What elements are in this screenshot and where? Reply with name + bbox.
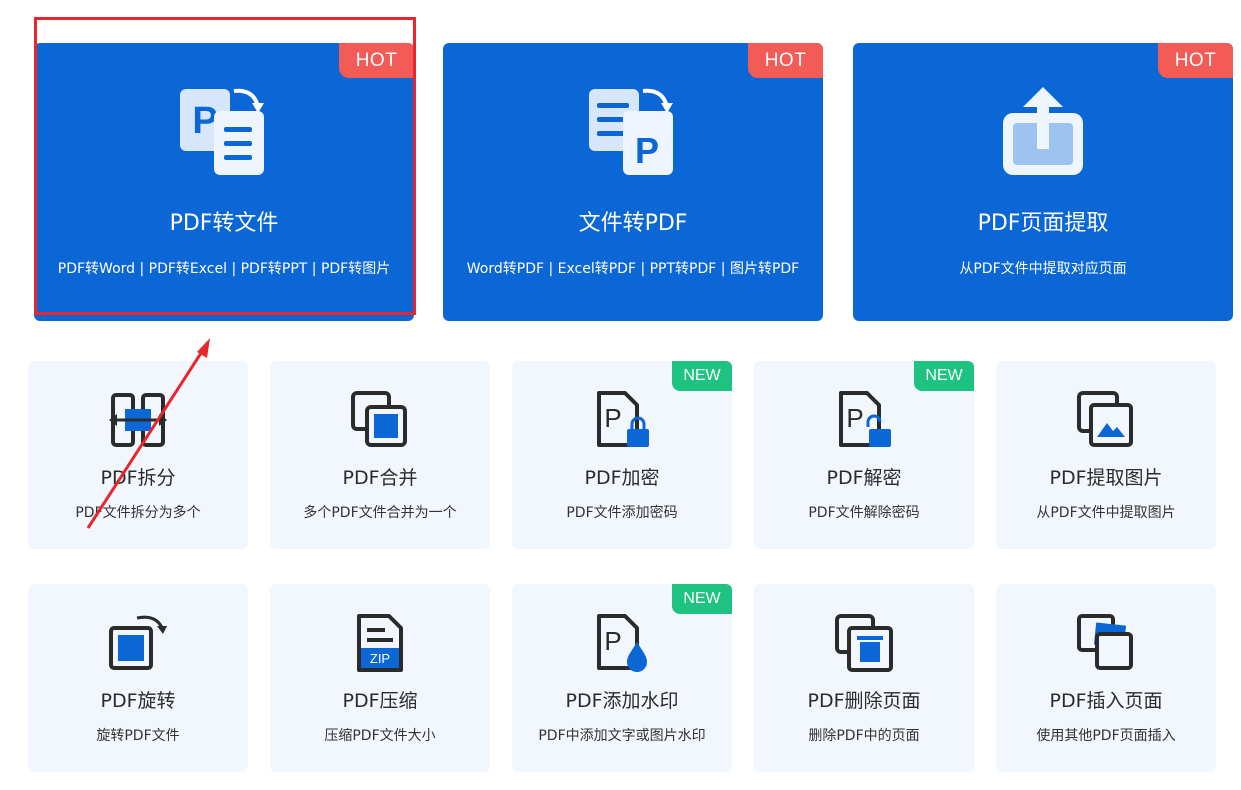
pdf-to-file-icon: P <box>180 88 264 175</box>
tool-title: PDF旋转 <box>100 690 176 712</box>
image-extract-icon <box>1077 391 1133 447</box>
merge-icon <box>351 391 407 447</box>
tool-merge[interactable]: PDF合并 多个PDF文件合并为一个 <box>270 361 490 549</box>
svg-text:P: P <box>846 403 863 433</box>
new-badge: NEW <box>914 361 974 391</box>
hero-desc: Word转PDF | Excel转PDF | PPT转PDF | 图片转PDF <box>466 261 800 277</box>
tool-desc: PDF文件添加密码 <box>566 505 678 521</box>
watermark-icon: P <box>597 614 647 672</box>
new-badge: NEW <box>672 584 732 614</box>
tool-title: PDF提取图片 <box>1049 467 1163 489</box>
svg-text:P: P <box>604 403 621 433</box>
tool-rotate[interactable]: PDF旋转 旋转PDF文件 <box>28 584 248 772</box>
page-extract-icon <box>1003 87 1083 175</box>
svg-text:P: P <box>604 626 621 656</box>
rotate-icon <box>109 615 167 670</box>
hero-card-pdf-to-file[interactable]: HOT P PDF转文件 PDF转Word | PDF转Excel | PDF转… <box>34 43 414 321</box>
tool-desc: 使用其他PDF页面插入 <box>1036 728 1176 744</box>
svg-text:P: P <box>635 130 659 171</box>
hero-title: PDF页面提取 <box>977 211 1109 236</box>
delete-page-icon <box>835 614 893 672</box>
tool-insert-page[interactable]: PDF插入页面 使用其他PDF页面插入 <box>996 584 1216 772</box>
tool-encrypt[interactable]: NEW P PDF加密 PDF文件添加密码 <box>512 361 732 549</box>
zip-label: ZIP <box>370 651 390 666</box>
tool-title: PDF加密 <box>584 467 660 489</box>
lock-icon: P <box>597 391 649 447</box>
tool-title: PDF添加水印 <box>565 690 679 712</box>
tool-desc: 压缩PDF文件大小 <box>324 728 436 744</box>
hero-card-page-extract[interactable]: HOT PDF页面提取 从PDF文件中提取对应页面 <box>853 43 1233 321</box>
hot-badge: HOT <box>1158 43 1233 78</box>
tool-split[interactable]: PDF拆分 PDF文件拆分为多个 <box>28 361 248 549</box>
tool-title: PDF解密 <box>826 467 902 489</box>
tool-desc: PDF文件拆分为多个 <box>75 505 201 521</box>
tool-desc: 多个PDF文件合并为一个 <box>303 505 457 521</box>
tool-title: PDF插入页面 <box>1049 690 1163 712</box>
hot-badge: HOT <box>339 43 414 78</box>
tool-title: PDF压缩 <box>342 690 418 712</box>
zip-icon: ZIP <box>357 614 403 672</box>
insert-page-icon <box>1077 614 1133 670</box>
split-icon <box>109 393 167 447</box>
hero-desc: 从PDF文件中提取对应页面 <box>959 261 1127 277</box>
tool-delete-page[interactable]: PDF删除页面 删除PDF中的页面 <box>754 584 974 772</box>
file-to-pdf-icon: P <box>589 88 673 175</box>
tool-desc: 删除PDF中的页面 <box>808 728 920 744</box>
unlock-icon: P <box>839 391 891 447</box>
hero-card-file-to-pdf[interactable]: HOT P 文件转PDF Word转PDF | Excel转PDF | PPT转… <box>443 43 823 321</box>
tool-title: PDF合并 <box>342 467 418 489</box>
tool-desc: PDF中添加文字或图片水印 <box>538 728 706 744</box>
hero-desc: PDF转Word | PDF转Excel | PDF转PPT | PDF转图片 <box>57 261 391 277</box>
tool-extract-images[interactable]: PDF提取图片 从PDF文件中提取图片 <box>996 361 1216 549</box>
tool-decrypt[interactable]: NEW P PDF解密 PDF文件解除密码 <box>754 361 974 549</box>
tool-watermark[interactable]: NEW P PDF添加水印 PDF中添加文字或图片水印 <box>512 584 732 772</box>
tool-compress[interactable]: ZIP PDF压缩 压缩PDF文件大小 <box>270 584 490 772</box>
hot-badge: HOT <box>748 43 823 78</box>
hero-title: 文件转PDF <box>578 211 688 236</box>
tool-title: PDF删除页面 <box>807 690 921 712</box>
tool-desc: 旋转PDF文件 <box>96 728 180 744</box>
new-badge: NEW <box>672 361 732 391</box>
tool-title: PDF拆分 <box>100 467 176 489</box>
tool-desc: 从PDF文件中提取图片 <box>1036 505 1176 521</box>
svg-text:P: P <box>192 100 217 142</box>
tool-desc: PDF文件解除密码 <box>808 505 920 521</box>
hero-title: PDF转文件 <box>169 211 279 236</box>
